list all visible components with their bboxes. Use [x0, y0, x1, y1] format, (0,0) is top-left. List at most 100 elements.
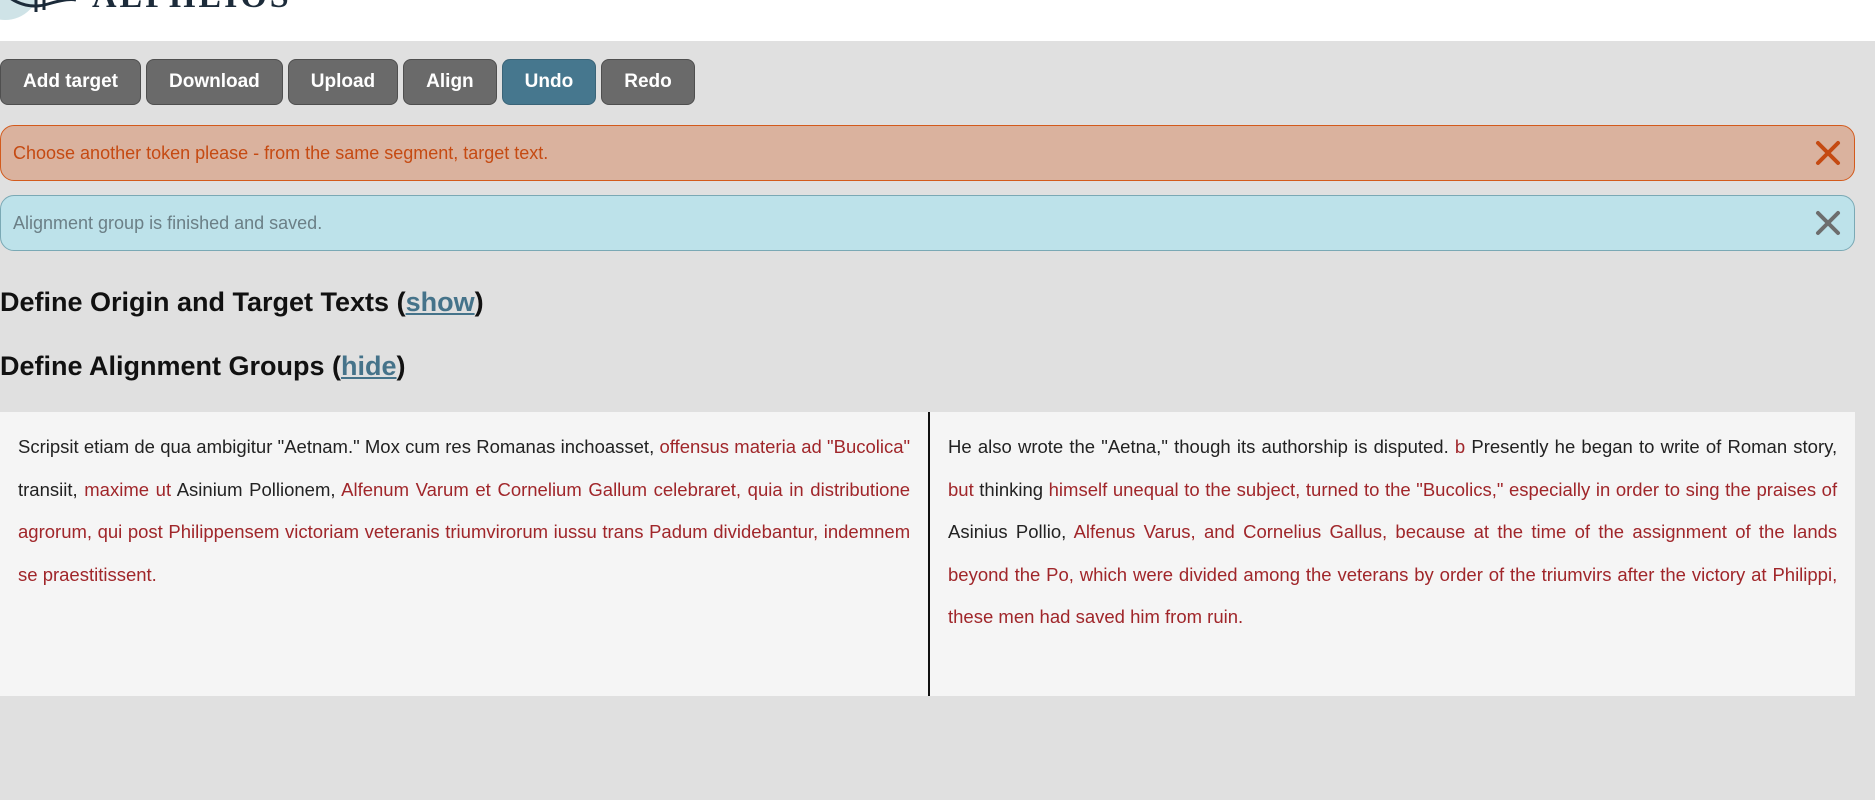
text-token[interactable]: "Bucolica" [827, 436, 910, 457]
text-token[interactable]: had [1040, 606, 1071, 627]
text-token[interactable]: praises [1756, 479, 1816, 500]
text-token[interactable]: qua [160, 436, 191, 457]
text-token[interactable]: the [1306, 564, 1332, 585]
text-token[interactable]: triumvirorum [445, 521, 548, 542]
text-token[interactable]: Po, [1046, 564, 1074, 585]
text-token[interactable]: Pollionem, [249, 479, 335, 500]
close-icon[interactable] [1814, 209, 1842, 237]
text-token[interactable]: the [1069, 436, 1095, 457]
text-token[interactable]: Cornelius [1243, 521, 1321, 542]
text-token[interactable]: the [1759, 521, 1785, 542]
text-token[interactable]: write [1661, 436, 1700, 457]
text-token[interactable]: these [948, 606, 993, 627]
text-token[interactable]: "Aetnam." [278, 436, 360, 457]
text-token[interactable]: of [1822, 479, 1837, 500]
undo-button[interactable]: Undo [501, 59, 597, 105]
text-token[interactable]: to [1665, 479, 1680, 500]
text-token[interactable]: se [18, 564, 38, 585]
text-token[interactable]: Asinium [177, 479, 243, 500]
text-token[interactable]: order [1616, 479, 1659, 500]
text-token[interactable]: veterans [1337, 564, 1408, 585]
show-link[interactable]: show [406, 287, 475, 317]
text-token[interactable]: post [128, 521, 163, 542]
text-token[interactable]: turned [1306, 479, 1358, 500]
text-token[interactable]: unequal [1113, 479, 1179, 500]
text-token[interactable]: ad [801, 436, 822, 457]
text-token[interactable]: the [1660, 564, 1686, 585]
text-token[interactable]: lands [1793, 521, 1837, 542]
download-button[interactable]: Download [146, 59, 283, 105]
text-token[interactable]: He [948, 436, 972, 457]
text-token[interactable]: time [1531, 521, 1566, 542]
text-token[interactable]: in [1596, 479, 1610, 500]
text-token[interactable]: in [789, 479, 803, 500]
align-button[interactable]: Align [403, 59, 497, 105]
text-token[interactable]: though [1174, 436, 1231, 457]
text-token[interactable]: praestitissent. [43, 564, 157, 585]
text-token[interactable]: the [1497, 521, 1523, 542]
redo-button[interactable]: Redo [601, 59, 695, 105]
text-token[interactable]: offensus [659, 436, 729, 457]
text-token[interactable]: beyond [948, 564, 1009, 585]
text-token[interactable]: victory [1692, 564, 1745, 585]
text-token[interactable]: Romanas [476, 436, 555, 457]
text-token[interactable]: cum [405, 436, 440, 457]
text-token[interactable]: qui [98, 521, 123, 542]
text-token[interactable]: thinking [979, 479, 1043, 500]
text-token[interactable]: disputed. [1374, 436, 1449, 457]
text-token[interactable]: trans [602, 521, 643, 542]
text-token[interactable]: Cornelium [497, 479, 581, 500]
text-token[interactable]: after [1617, 564, 1654, 585]
text-token[interactable]: ut [156, 479, 171, 500]
hide-link[interactable]: hide [341, 351, 397, 381]
text-token[interactable]: to [1639, 436, 1654, 457]
text-token[interactable]: and [1204, 521, 1235, 542]
text-token[interactable]: de [134, 436, 155, 457]
text-token[interactable]: Roman [1727, 436, 1787, 457]
text-token[interactable]: assignment [1632, 521, 1727, 542]
text-token[interactable]: wrote [1018, 436, 1063, 457]
text-token[interactable]: the [1385, 479, 1411, 500]
text-token[interactable]: ambigitur [196, 436, 272, 457]
text-token[interactable]: quia [748, 479, 783, 500]
text-token[interactable]: which [1080, 564, 1127, 585]
text-token[interactable]: Padum [649, 521, 708, 542]
text-token[interactable]: among [1243, 564, 1300, 585]
text-token[interactable]: indemnem [824, 521, 910, 542]
text-token[interactable]: triumvirs [1542, 564, 1612, 585]
text-token[interactable]: to [1364, 479, 1379, 500]
text-token[interactable]: authorship [1262, 436, 1348, 457]
text-token[interactable]: sing [1686, 479, 1720, 500]
text-token[interactable]: of [1706, 436, 1721, 457]
text-token[interactable]: victoriam [285, 521, 359, 542]
text-token[interactable]: celebraret, [654, 479, 741, 500]
text-token[interactable]: the [1015, 564, 1041, 585]
text-token[interactable]: inchoasset, [561, 436, 655, 457]
text-token[interactable]: materia [734, 436, 796, 457]
text-token[interactable]: Asinius [948, 521, 1008, 542]
text-token[interactable]: Varus, [1144, 521, 1196, 542]
text-token[interactable]: from [1165, 606, 1202, 627]
text-token[interactable]: began [1581, 436, 1632, 457]
text-token[interactable]: especially [1509, 479, 1590, 500]
text-token[interactable]: he [1555, 436, 1576, 457]
text-token[interactable]: res [445, 436, 471, 457]
text-token[interactable]: divided [1179, 564, 1238, 585]
text-token[interactable]: him [1130, 606, 1160, 627]
text-token[interactable]: Gallus, [1330, 521, 1388, 542]
text-token[interactable]: iussu [554, 521, 597, 542]
text-token[interactable]: at [1751, 564, 1766, 585]
add-target-button[interactable]: Add target [0, 59, 141, 105]
text-token[interactable]: Alfenus [1074, 521, 1136, 542]
text-token[interactable]: Mox [365, 436, 400, 457]
text-token[interactable]: order [1440, 564, 1483, 585]
text-token[interactable]: Presently [1471, 436, 1548, 457]
text-token[interactable]: of [1489, 564, 1504, 585]
text-token[interactable]: the [1205, 479, 1231, 500]
text-token[interactable]: the [1598, 521, 1624, 542]
text-token[interactable]: agrorum, [18, 521, 92, 542]
text-token[interactable]: is [1354, 436, 1367, 457]
text-token[interactable]: its [1237, 436, 1256, 457]
text-token[interactable]: b [1455, 436, 1465, 457]
text-token[interactable]: himself [1049, 479, 1108, 500]
